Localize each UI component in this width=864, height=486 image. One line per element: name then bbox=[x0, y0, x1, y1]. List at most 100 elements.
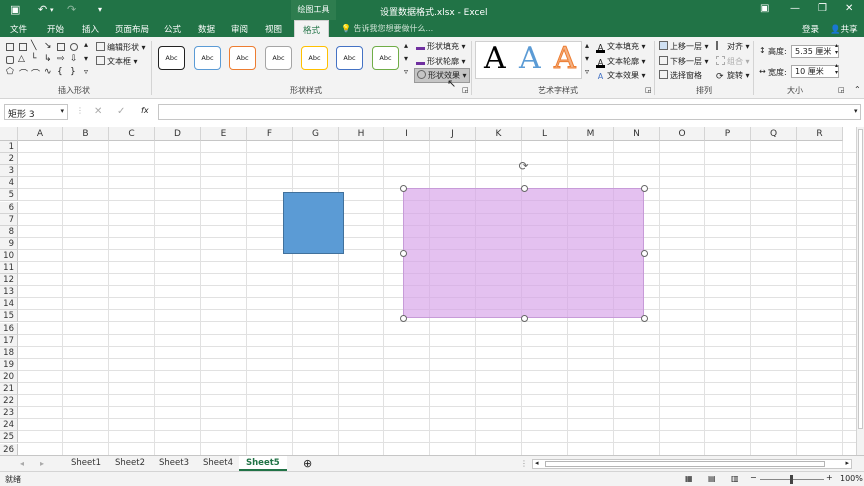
resize-handle[interactable] bbox=[520, 315, 528, 322]
row-header[interactable]: 8 bbox=[0, 225, 18, 238]
row-header[interactable]: 11 bbox=[0, 262, 18, 274]
down-arrow-shape-icon[interactable]: ⇩ bbox=[70, 54, 78, 64]
minimize-icon[interactable]: — bbox=[790, 3, 800, 14]
width-input[interactable]: 10 厘米 bbox=[791, 65, 839, 78]
sheet-splitter-icon[interactable]: ⋮ bbox=[520, 459, 528, 468]
elbow-connector-icon[interactable]: └ bbox=[31, 54, 36, 64]
collapse-ribbon-icon[interactable]: ⌃ bbox=[854, 85, 861, 94]
wordart-more-icon[interactable]: ▿ bbox=[585, 67, 589, 76]
confirm-entry-icon[interactable]: ✓ bbox=[117, 106, 125, 117]
sheet-tab[interactable]: Sheet3 bbox=[152, 456, 196, 471]
text-effects-button[interactable]: A 文本效果 ▾ bbox=[596, 70, 646, 82]
line-shape-icon[interactable]: ╲ bbox=[31, 41, 36, 51]
shape-effects-button[interactable]: 形状效果 ▾ bbox=[414, 68, 470, 83]
tab-data[interactable]: 数据 bbox=[198, 23, 215, 35]
normal-view-icon[interactable]: ▦ bbox=[685, 474, 693, 483]
zoom-out-icon[interactable]: − bbox=[750, 473, 757, 482]
align-button[interactable]: 对齐 ▾ bbox=[716, 41, 750, 52]
resize-handle[interactable] bbox=[641, 250, 648, 257]
login-link[interactable]: 登录 bbox=[802, 23, 819, 35]
row-header[interactable]: 18 bbox=[0, 346, 18, 359]
wordart-orange[interactable]: A bbox=[554, 43, 577, 74]
row-header[interactable]: 19 bbox=[0, 358, 18, 371]
column-header[interactable]: Q bbox=[751, 127, 797, 141]
rounded-rect-shape-icon[interactable] bbox=[6, 56, 14, 64]
insert-function-button[interactable]: fx bbox=[141, 106, 149, 115]
column-header[interactable]: H bbox=[339, 127, 384, 141]
styles-scroll-down-icon[interactable]: ▾ bbox=[404, 54, 408, 63]
tab-home[interactable]: 开始 bbox=[47, 23, 64, 35]
scroll-left-icon[interactable]: ◂ bbox=[535, 459, 539, 467]
resize-handle[interactable] bbox=[400, 315, 407, 322]
column-header[interactable]: J bbox=[430, 127, 476, 141]
tab-review[interactable]: 审阅 bbox=[231, 23, 248, 35]
column-header[interactable]: A bbox=[18, 127, 63, 141]
shape-outline-button[interactable]: 形状轮廓 ▾ bbox=[416, 56, 466, 67]
send-backward-button[interactable]: 下移一层 ▾ bbox=[659, 56, 709, 67]
add-sheet-icon[interactable]: ⊕ bbox=[303, 457, 312, 470]
row-header[interactable]: 15 bbox=[0, 310, 18, 323]
gallery-scroll-up-icon[interactable]: ▴ bbox=[84, 40, 88, 49]
oval-shape-icon[interactable] bbox=[70, 43, 78, 51]
row-header[interactable]: 7 bbox=[0, 213, 18, 226]
row-header[interactable]: 25 bbox=[0, 431, 18, 444]
row-header[interactable]: 26 bbox=[0, 443, 18, 455]
bring-forward-button[interactable]: 上移一层 ▾ bbox=[659, 41, 709, 52]
row-header[interactable]: 14 bbox=[0, 298, 18, 311]
shape-style-green[interactable]: Abc bbox=[372, 46, 399, 70]
brace-left-icon[interactable]: { bbox=[57, 67, 63, 77]
text-fill-button[interactable]: A 文本填充 ▾ bbox=[596, 41, 646, 53]
resize-handle[interactable] bbox=[400, 250, 407, 257]
row-header[interactable]: 3 bbox=[0, 165, 18, 178]
tab-format[interactable]: 格式 bbox=[294, 20, 330, 37]
tab-insert[interactable]: 插入 bbox=[82, 23, 99, 35]
horizontal-scroll-thumb[interactable] bbox=[545, 461, 825, 467]
column-header[interactable]: O bbox=[660, 127, 705, 141]
prev-sheet-icon[interactable]: ◂ bbox=[20, 459, 24, 468]
undo-dropdown-icon[interactable]: ▾ bbox=[50, 6, 54, 14]
shape-fill-button[interactable]: 形状填充 ▾ bbox=[416, 41, 466, 52]
gallery-scroll-down-icon[interactable]: ▾ bbox=[84, 54, 88, 63]
shape-style-black[interactable]: Abc bbox=[158, 46, 185, 70]
column-header[interactable]: G bbox=[293, 127, 339, 141]
shape-style-gray[interactable]: Abc bbox=[265, 46, 292, 70]
column-header[interactable]: B bbox=[63, 127, 109, 141]
column-header[interactable]: E bbox=[201, 127, 247, 141]
size-launcher-icon[interactable]: ◲ bbox=[838, 86, 845, 94]
arc-shape-icon[interactable]: ⌒ bbox=[31, 67, 40, 80]
shape-styles-launcher-icon[interactable]: ◲ bbox=[462, 86, 469, 94]
right-arrow-shape-icon[interactable]: ⇨ bbox=[57, 54, 65, 64]
formula-options-icon[interactable]: ⋮ bbox=[76, 106, 84, 115]
column-header[interactable]: K bbox=[476, 127, 522, 141]
rotate-handle-icon[interactable]: ⟳ bbox=[517, 160, 530, 173]
edit-shape-button[interactable]: 编辑形状 ▾ bbox=[96, 42, 146, 53]
tab-view[interactable]: 视图 bbox=[265, 23, 282, 35]
resize-handle[interactable] bbox=[641, 315, 648, 322]
row-header[interactable]: 16 bbox=[0, 322, 18, 335]
share-button[interactable]: 👤共享 bbox=[830, 23, 858, 35]
row-header[interactable]: 4 bbox=[0, 177, 18, 190]
styles-more-icon[interactable]: ▿ bbox=[404, 67, 408, 76]
row-header[interactable]: 6 bbox=[0, 201, 18, 214]
tab-page-layout[interactable]: 页面布局 bbox=[115, 23, 149, 35]
next-sheet-icon[interactable]: ▸ bbox=[40, 459, 44, 468]
row-header[interactable]: 12 bbox=[0, 274, 18, 287]
column-header[interactable]: M bbox=[568, 127, 614, 141]
curve-shape-icon[interactable]: ⌒ bbox=[19, 67, 28, 80]
row-header[interactable]: 17 bbox=[0, 334, 18, 347]
row-header[interactable]: 24 bbox=[0, 419, 18, 432]
row-header[interactable]: 20 bbox=[0, 370, 18, 383]
zoom-level[interactable]: 100% bbox=[840, 474, 863, 483]
column-header[interactable]: C bbox=[109, 127, 155, 141]
formula-input[interactable] bbox=[158, 104, 861, 120]
name-box[interactable]: 矩形 3 ▾ bbox=[4, 104, 68, 120]
elbow-arrow-icon[interactable]: ↳ bbox=[44, 54, 52, 64]
column-header[interactable]: D bbox=[155, 127, 201, 141]
sheet-tab[interactable]: Sheet4 bbox=[196, 456, 240, 471]
sheet-tab-active[interactable]: Sheet5 bbox=[239, 456, 287, 471]
resize-handle[interactable] bbox=[641, 185, 648, 192]
vertical-scrollbar[interactable] bbox=[856, 127, 864, 455]
resize-handle[interactable] bbox=[520, 185, 528, 192]
styles-scroll-up-icon[interactable]: ▴ bbox=[404, 41, 408, 50]
group-button[interactable]: 组合 ▾ bbox=[716, 56, 750, 67]
